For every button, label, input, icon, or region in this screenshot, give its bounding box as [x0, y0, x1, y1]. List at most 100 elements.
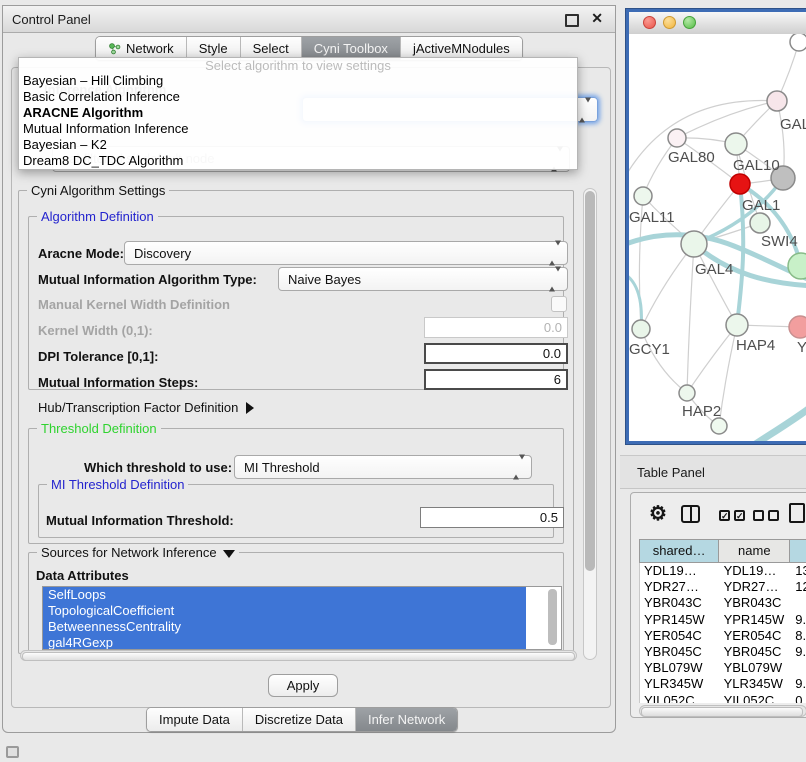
data-attributes-list: SelfLoops TopologicalCoefficient Between… [42, 586, 562, 650]
network-node[interactable] [789, 316, 806, 338]
control-panel-titlebar: Control Panel ✕ [3, 6, 615, 33]
table-row[interactable]: YIL052C YIL052C 0. [640, 693, 806, 704]
checked-checkbox-icon[interactable]: ✓ [734, 510, 745, 521]
algorithm-option[interactable]: Mutual Information Inference [19, 121, 577, 137]
network-canvas[interactable]: GAL GAL80 GAL10 GAL1 GAL11 SWI4 GAL4 GCY… [629, 34, 806, 441]
aracne-mode-combo[interactable]: Discovery [124, 241, 568, 265]
table-row[interactable]: YLR345W YLR345W 9. [640, 676, 806, 692]
which-threshold-combo[interactable]: MI Threshold [234, 455, 532, 479]
network-node[interactable] [681, 231, 707, 257]
apply-button[interactable]: Apply [268, 674, 338, 697]
algorithm-option-selected[interactable]: ARACNE Algorithm [19, 105, 577, 121]
dpi-tolerance-field[interactable]: 0.0 [424, 343, 568, 364]
window-icon[interactable] [6, 746, 19, 758]
table-body: YDL19… YDL19… 13 YDR27… YDR27… 12 YBR043… [639, 563, 806, 703]
close-icon[interactable]: ✕ [591, 10, 603, 27]
node-label: HAP2 [682, 403, 721, 420]
table-row[interactable]: YBR045C YBR045C 9. [640, 644, 806, 660]
algorithm-option[interactable]: Basic Correlation Inference [19, 89, 577, 105]
network-view-window: GAL GAL80 GAL10 GAL1 GAL11 SWI4 GAL4 GCY… [625, 8, 806, 445]
collapse-arrow-icon [223, 550, 235, 558]
node-label: GAL4 [695, 261, 733, 278]
algorithm-option[interactable]: Bayesian – K2 [19, 137, 577, 153]
column-header[interactable]: shared… [640, 540, 719, 562]
checked-checkbox-icon[interactable]: ✓ [719, 510, 730, 521]
combo-stepper-icon [579, 102, 591, 117]
network-node[interactable] [725, 133, 747, 155]
table-row[interactable]: YBL079W YBL079W [640, 660, 806, 676]
node-label: Y [797, 339, 806, 356]
tab-discretize-data[interactable]: Discretize Data [243, 708, 356, 731]
node-label: GAL80 [668, 149, 715, 166]
horizontal-scrollbar[interactable] [20, 650, 577, 661]
network-node[interactable] [750, 213, 770, 233]
which-threshold-label: Which threshold to use: [84, 460, 232, 475]
tab-label: Network [126, 41, 174, 56]
table-panel-titlebar: Table Panel [620, 455, 806, 489]
table-row[interactable]: YDR27… YDR27… 12 [640, 579, 806, 595]
table-row[interactable]: YPR145W YPR145W 9. [640, 612, 806, 628]
column-header[interactable] [790, 540, 806, 562]
zoom-traffic-light-icon[interactable] [683, 16, 696, 29]
scrollbar-thumb[interactable] [585, 191, 595, 571]
mi-type-combo[interactable]: Naive Bayes [278, 267, 568, 291]
network-node[interactable] [632, 320, 650, 338]
mi-threshold-field[interactable]: 0.5 [420, 507, 564, 528]
network-node[interactable] [788, 253, 806, 279]
node-label: GAL10 [733, 157, 780, 174]
node-label: GAL [780, 116, 806, 133]
combo-stepper-icon [513, 460, 525, 475]
network-node-selected[interactable] [730, 174, 750, 194]
network-icon [108, 42, 121, 55]
combo-stepper-icon [549, 246, 561, 261]
columns-icon[interactable] [681, 505, 700, 523]
table-header-row: shared… name [639, 539, 806, 563]
node-label: GAL1 [742, 197, 780, 214]
unchecked-checkbox-icon[interactable] [768, 510, 779, 521]
list-item[interactable]: SelfLoops [43, 587, 526, 603]
algorithm-dropdown-popup: Select algorithm to view settings Bayesi… [18, 57, 578, 170]
mi-type-label: Mutual Information Algorithm Type: [38, 272, 257, 287]
network-node[interactable] [790, 34, 806, 51]
network-node[interactable] [767, 91, 787, 111]
network-node[interactable] [679, 385, 695, 401]
list-scrollbar[interactable] [548, 589, 557, 645]
vertical-scrollbar[interactable] [583, 188, 597, 660]
node-label: HAP4 [736, 337, 775, 354]
kernel-width-field[interactable]: 0.0 [424, 317, 568, 338]
node-label: GCY1 [629, 341, 670, 358]
unchecked-checkbox-icon[interactable] [753, 510, 764, 521]
document-icon[interactable] [789, 503, 805, 523]
manual-kernel-checkbox[interactable] [551, 296, 567, 312]
network-node[interactable] [711, 418, 727, 434]
mi-steps-field[interactable]: 6 [424, 369, 568, 390]
close-traffic-light-icon[interactable] [643, 16, 656, 29]
table-horizontal-scrollbar[interactable] [639, 705, 806, 717]
gear-icon[interactable]: ⚙ [649, 501, 667, 526]
dpi-tolerance-label: DPI Tolerance [0,1]: [38, 349, 158, 364]
column-header[interactable]: name [719, 540, 790, 562]
list-item[interactable]: gal4RGexp [43, 635, 526, 650]
minimize-traffic-light-icon[interactable] [663, 16, 676, 29]
algorithm-option[interactable]: Dream8 DC_TDC Algorithm [19, 153, 577, 169]
algorithm-option[interactable]: Bayesian – Hill Climbing [19, 73, 577, 89]
table-row[interactable]: YBR043C YBR043C [640, 595, 806, 611]
list-item[interactable]: TopologicalCoefficient [43, 603, 526, 619]
tab-infer-network[interactable]: Infer Network [356, 708, 457, 731]
network-node[interactable] [668, 129, 686, 147]
hub-definition-expander[interactable]: Hub/Transcription Factor Definition [38, 400, 254, 415]
network-node[interactable] [726, 314, 748, 336]
node-table: shared… name YDL19… YDL19… 13 YDR27… YDR… [639, 539, 806, 703]
expand-arrow-icon [246, 402, 254, 414]
list-item[interactable]: BetweennessCentrality [43, 619, 526, 635]
scrollbar-thumb[interactable] [641, 707, 803, 717]
table-row[interactable]: YDL19… YDL19… 13 [640, 563, 806, 579]
dropdown-placeholder: Select algorithm to view settings [19, 58, 577, 73]
network-node[interactable] [634, 187, 652, 205]
float-window-icon[interactable] [565, 14, 579, 27]
tab-impute-data[interactable]: Impute Data [147, 708, 243, 731]
table-row[interactable]: YER054C YER054C 8. [640, 628, 806, 644]
table-panel: ⚙ ✓ ✓ shared… name YDL19… YDL19… 13 YDR2… [630, 492, 806, 718]
node-label: GAL11 [629, 209, 675, 226]
scrollbar-thumb[interactable] [22, 652, 575, 661]
